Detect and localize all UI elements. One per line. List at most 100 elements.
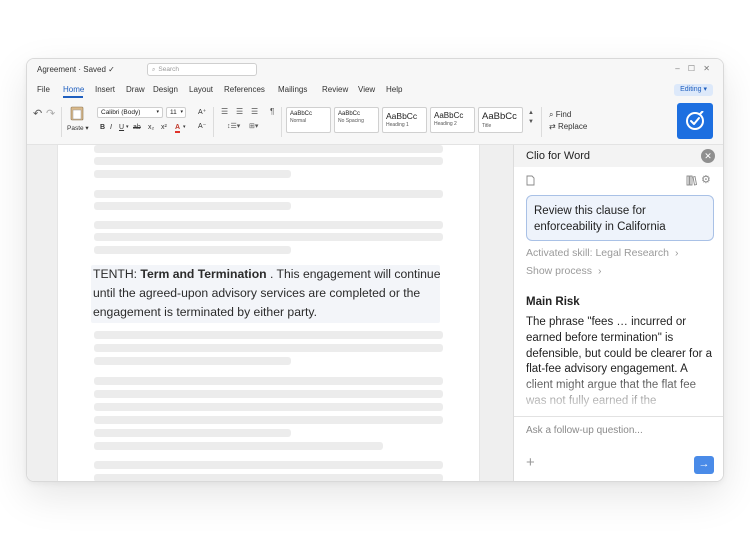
- borders-icon[interactable]: ⊞▾: [249, 122, 258, 130]
- align-right-icon[interactable]: ☰: [251, 107, 258, 116]
- style-name: No Spacing: [338, 118, 364, 124]
- style-title[interactable]: AaBbCc Title: [478, 107, 523, 133]
- font-size-select[interactable]: 11 ▾: [166, 107, 186, 118]
- style-heading-2[interactable]: AaBbCc Heading 2: [430, 107, 475, 133]
- window-controls[interactable]: – ☐ ✕: [675, 64, 713, 73]
- menu-insert[interactable]: Insert: [95, 85, 115, 94]
- ribbon-divider: [213, 107, 214, 137]
- italic-icon[interactable]: I: [110, 124, 112, 131]
- library-icon[interactable]: [686, 175, 697, 186]
- menu-mailings[interactable]: Mailings: [278, 85, 307, 94]
- replace-icon: ⇄: [549, 122, 558, 131]
- placeholder-line: [94, 390, 443, 398]
- ribbon-divider: [541, 107, 542, 137]
- followup-input[interactable]: Ask a follow-up question... + →: [514, 416, 723, 481]
- check-circle-icon: [686, 111, 704, 130]
- line-spacing-icon[interactable]: ↕☰▾: [227, 122, 240, 130]
- menu-design[interactable]: Design: [153, 85, 178, 94]
- editing-mode-button[interactable]: Editing ▾: [674, 84, 713, 96]
- placeholder-line: [94, 145, 443, 153]
- redo-icon[interactable]: ↷: [46, 107, 55, 120]
- document-icon[interactable]: [526, 175, 535, 186]
- find-button[interactable]: ⌕ Find: [549, 110, 571, 120]
- font-family-select[interactable]: Calibri (Body) ▾: [97, 107, 163, 118]
- shrink-font-icon[interactable]: A⁻: [198, 122, 206, 130]
- clio-button[interactable]: [677, 103, 713, 139]
- placeholder-line: [94, 403, 443, 411]
- placeholder-line: [94, 157, 443, 165]
- paste-icon[interactable]: [70, 105, 84, 121]
- superscript-icon[interactable]: x²: [161, 124, 167, 131]
- placeholder-line: [94, 474, 443, 481]
- user-prompt-text: Review this clause for enforceability in…: [534, 205, 666, 233]
- menu-bar: File Home Insert Draw Design Layout Refe…: [27, 81, 723, 99]
- find-icon: ⌕: [549, 110, 556, 119]
- font-family-value: Calibri (Body): [101, 109, 141, 116]
- replace-button[interactable]: ⇄ Replace: [549, 122, 587, 131]
- align-center-icon[interactable]: ☰: [236, 107, 243, 116]
- arrow-right-icon: →: [698, 458, 710, 470]
- style-name: Normal: [290, 118, 307, 124]
- underline-icon[interactable]: U: [119, 124, 124, 131]
- menu-home[interactable]: Home: [63, 85, 84, 94]
- search-placeholder: Search: [158, 66, 179, 73]
- title-bar: Agreement · Saved ✓ ⌕ Search – ☐ ✕: [27, 59, 723, 81]
- placeholder-line: [94, 357, 291, 365]
- active-tab-indicator: [63, 96, 83, 98]
- panel-header: Clio for Word ✕: [514, 145, 723, 167]
- chevron-right-icon: ›: [597, 265, 602, 277]
- chevron-down-icon: ▾: [156, 109, 159, 115]
- style-normal[interactable]: AaBbCc Normal: [286, 107, 331, 133]
- pilcrow-icon[interactable]: ¶: [270, 107, 274, 116]
- menu-layout[interactable]: Layout: [189, 85, 213, 94]
- placeholder-line: [94, 416, 443, 424]
- search-input[interactable]: ⌕ Search: [147, 63, 257, 76]
- clause-paragraph[interactable]: TENTH: Term and Termination . This engag…: [93, 265, 445, 322]
- style-sample: AaBbCc: [482, 111, 517, 122]
- menu-view[interactable]: View: [358, 85, 375, 94]
- clause-lead: TENTH:: [93, 267, 141, 281]
- paste-button[interactable]: Paste ▾: [67, 124, 89, 132]
- placeholder-line: [94, 442, 383, 450]
- placeholder-line: [94, 170, 291, 178]
- show-process-toggle[interactable]: Show process ›: [526, 265, 601, 277]
- chevron-down-icon[interactable]: ▾: [183, 124, 186, 130]
- menu-draw[interactable]: Draw: [126, 85, 145, 94]
- style-heading-1[interactable]: AaBbCc Heading 1: [382, 107, 427, 133]
- undo-icon[interactable]: ↶: [33, 107, 42, 120]
- menu-review[interactable]: Review: [322, 85, 348, 94]
- activated-skill-label: Activated skill: Legal Research: [526, 247, 669, 259]
- activated-skill[interactable]: Activated skill: Legal Research ›: [526, 247, 679, 259]
- send-button[interactable]: →: [694, 456, 714, 474]
- bold-icon[interactable]: B: [100, 124, 105, 131]
- grow-font-icon[interactable]: A⁺: [198, 108, 206, 116]
- style-no-spacing[interactable]: AaBbCc No Spacing: [334, 107, 379, 133]
- gear-icon[interactable]: ⚙: [701, 173, 711, 186]
- document-title: Agreement · Saved ✓: [37, 65, 115, 74]
- ribbon-divider: [281, 107, 282, 137]
- styles-scroll-icon[interactable]: ▲ ▼: [528, 109, 534, 127]
- right-margin-gutter: [480, 145, 513, 481]
- style-sample: AaBbCc: [290, 111, 313, 117]
- placeholder-line: [94, 190, 443, 198]
- menu-file[interactable]: File: [37, 85, 50, 94]
- placeholder-line: [94, 221, 443, 229]
- chevron-down-icon[interactable]: ▾: [126, 124, 129, 130]
- response-heading: Main Risk: [526, 296, 580, 308]
- placeholder-line: [94, 344, 443, 352]
- ribbon-divider: [61, 107, 62, 137]
- font-color-icon[interactable]: A: [175, 124, 181, 133]
- placeholder-line: [94, 331, 443, 339]
- align-left-icon[interactable]: ☰: [221, 107, 228, 116]
- close-icon[interactable]: ✕: [701, 149, 715, 163]
- menu-help[interactable]: Help: [386, 85, 402, 94]
- menu-references[interactable]: References: [224, 85, 265, 94]
- plus-icon[interactable]: +: [526, 454, 535, 471]
- style-sample: AaBbCc: [434, 111, 464, 120]
- placeholder-line: [94, 233, 443, 241]
- subscript-icon[interactable]: x₂: [148, 124, 154, 131]
- find-label: Find: [555, 110, 572, 119]
- style-name: Heading 1: [386, 122, 409, 128]
- strikethrough-icon[interactable]: ab: [133, 124, 141, 131]
- response-fade: [514, 371, 723, 413]
